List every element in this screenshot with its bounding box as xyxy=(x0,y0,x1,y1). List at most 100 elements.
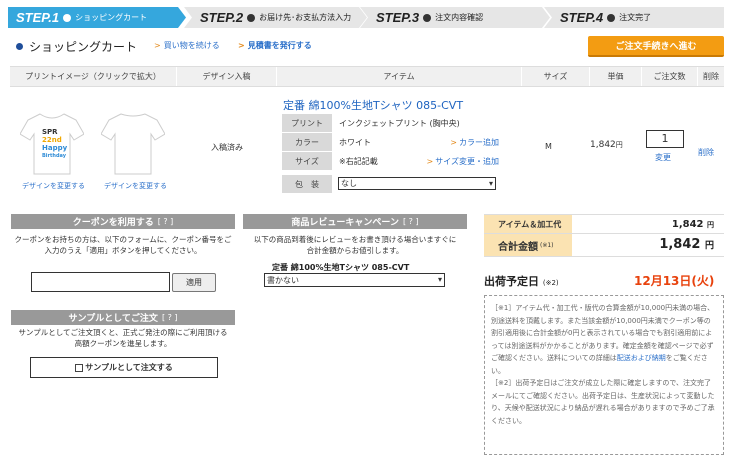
summary-total-row: 合計金額 (※1) 1,842 円 xyxy=(484,234,724,257)
spec-print: プリント インクジェットプリント (胸中央) xyxy=(282,114,502,132)
review-item-name: 定番 綿100%生地Tシャツ 085-CVT xyxy=(272,263,410,272)
col-design-submit: デザイン入稿 xyxy=(176,67,276,86)
coupon-code-input[interactable] xyxy=(31,272,170,292)
chevron-right-icon: > xyxy=(154,41,161,50)
review-help-link[interactable]: [ ? ] xyxy=(403,217,419,226)
step-2: STEP.2 お届け先･お支払方法入力 xyxy=(184,7,367,28)
quantity-change-link[interactable]: 変更 xyxy=(655,152,671,163)
chevron-right-icon: > xyxy=(238,41,245,50)
sample-order-label: サンプルとして注文する xyxy=(85,363,173,372)
review-description: 以下の商品到着後にレビューをお書き頂ける場合いますぐに合計金額からお値引します。 xyxy=(253,235,457,255)
chevron-down-icon: ▾ xyxy=(437,275,442,284)
step-4-number: STEP.4 xyxy=(560,10,604,25)
shirt-print-line: SPR xyxy=(42,128,58,136)
submission-status: 入稿済み xyxy=(211,143,243,152)
change-size-label: サイズ変更・追加 xyxy=(435,157,499,166)
sample-help-link[interactable]: [ ? ] xyxy=(162,313,178,322)
ship-date-label: 出荷予定日 (※2) xyxy=(484,273,559,289)
spec-print-label: プリント xyxy=(282,114,332,132)
ship-label-text: 出荷予定日 xyxy=(484,275,539,288)
spec-size-value: ※右記記載 xyxy=(339,157,378,166)
checkbox-icon xyxy=(75,363,84,372)
step-1: STEP.1 ショッピングカート xyxy=(8,7,186,28)
coupon-apply-button[interactable]: 適用 xyxy=(172,273,216,292)
bullet-icon xyxy=(16,43,23,50)
summary-item-amount: 1,842 円 xyxy=(672,219,714,230)
summary-total-label: 合計金額 xyxy=(498,241,538,253)
spec-color-label: カラー xyxy=(282,133,332,151)
step-2-label: お届け先･お支払方法入力 xyxy=(259,13,352,22)
issue-estimate-link[interactable]: > 見積書を発行する xyxy=(238,40,312,51)
note-2: ［※2］出荷予定日はご注文が成立した際に確定しますので、注文完了メールにてご確認… xyxy=(491,379,715,425)
spec-color-value: ホワイト xyxy=(339,138,371,147)
item-title-link[interactable]: 定番 綿100%生地Tシャツ 085-CVT xyxy=(283,97,463,113)
continue-shopping-link[interactable]: > 買い物を続ける xyxy=(154,40,220,51)
notes-box: ［※1］アイテム代・加工代・版代の合算金額が10,000円未満の場合、別途送料を… xyxy=(484,295,724,455)
tshirt-back-image[interactable] xyxy=(101,110,165,176)
spec-size: サイズ ※右記記載 > サイズ変更・追加 xyxy=(282,152,502,170)
step-arrow-icon xyxy=(247,13,256,22)
shirt-print-line: 22nd xyxy=(42,136,62,144)
spec-print-value: インクジェットプリント (胸中央) xyxy=(339,119,460,128)
unit-price-value: 1,842 xyxy=(590,140,616,150)
step-3: STEP.3 注文内容確認 xyxy=(360,7,550,28)
ship-label-note: (※2) xyxy=(542,279,559,287)
col-item: アイテム xyxy=(276,67,521,86)
summary-item-label: アイテム＆加工代 xyxy=(484,215,572,233)
change-design-back-link[interactable]: デザインを変更する xyxy=(104,181,167,191)
quantity-input[interactable]: 1 xyxy=(646,130,684,148)
step-1-number: STEP.1 xyxy=(16,10,60,25)
chevron-right-icon: > xyxy=(450,138,457,147)
coupon-title: クーポンを利用する xyxy=(72,218,154,228)
add-color-label: カラー追加 xyxy=(459,138,499,147)
col-unit-price: 単価 xyxy=(589,67,641,86)
summary-total-suffix: 円 xyxy=(704,241,714,251)
unit-price-suffix: 円 xyxy=(615,141,623,149)
sample-section-header: サンプルとしてご注文 [ ? ] xyxy=(11,310,235,325)
spec-packaging-label: 包 装 xyxy=(282,175,332,193)
step-3-label: 注文内容確認 xyxy=(435,13,484,22)
spec-size-label: サイズ xyxy=(282,152,332,170)
coupon-description: クーポンをお持ちの方は、以下のフォームに、クーポン番号をご入力のうえ「適用」ボタ… xyxy=(14,235,232,255)
summary-total-value: 1,842 xyxy=(659,237,701,252)
cart-table-header: プリントイメージ（クリックで拡大） デザイン入稿 アイテム サイズ 単価 ご注文… xyxy=(10,66,724,87)
summary-total-amount: 1,842 円 xyxy=(659,237,714,252)
summary-total-label-cell: 合計金額 (※1) xyxy=(484,234,572,256)
col-size: サイズ xyxy=(521,67,589,86)
sample-title: サンプルとしてご注文 xyxy=(68,314,158,324)
shirt-print-line: Birthday xyxy=(42,153,67,159)
step-2-number: STEP.2 xyxy=(200,10,244,25)
step-3-number: STEP.3 xyxy=(376,10,420,25)
delivery-info-link[interactable]: 配送および納期 xyxy=(617,354,666,362)
review-select[interactable]: 書かない ▾ xyxy=(264,273,445,287)
item-size: M xyxy=(545,142,552,151)
summary-item-row: アイテム＆加工代 1,842 円 xyxy=(484,214,724,234)
item-unit-price: 1,842円 xyxy=(590,140,623,150)
checkout-steps: STEP.1 ショッピングカート STEP.2 お届け先･お支払方法入力 STE… xyxy=(8,7,724,28)
step-arrow-icon xyxy=(423,13,432,22)
summary-total-note: (※1) xyxy=(540,241,554,249)
step-4-label: 注文完了 xyxy=(619,13,652,22)
change-design-front-link[interactable]: デザインを変更する xyxy=(22,181,85,191)
coupon-help-link[interactable]: [ ? ] xyxy=(158,217,174,226)
packaging-select[interactable]: なし ▾ xyxy=(338,177,496,190)
chevron-right-icon: > xyxy=(426,157,434,166)
ship-date-value: 12月13日(火) xyxy=(634,274,715,288)
sample-description: サンプルとしてご注文頂くと、正式ご発注の際にご利用頂ける高額クーポンを進呈します… xyxy=(18,328,228,348)
tshirt-front-image[interactable]: SPR 22nd Happy Birthday xyxy=(20,110,84,176)
checkout-button[interactable]: ご注文手続きへ進む xyxy=(588,36,724,57)
sample-order-button[interactable]: サンプルとして注文する xyxy=(30,357,218,378)
continue-shopping-label: 買い物を続ける xyxy=(163,41,220,50)
add-color-link[interactable]: > カラー追加 xyxy=(450,137,499,148)
step-arrow-icon xyxy=(63,13,72,22)
issue-estimate-label: 見積書を発行する xyxy=(247,41,312,50)
delete-item-link[interactable]: 削除 xyxy=(698,147,714,158)
step-arrow-icon xyxy=(607,13,616,22)
step-4: STEP.4 注文完了 xyxy=(544,7,724,28)
col-delete: 削除 xyxy=(697,67,724,86)
summary-item-value: 1,842 xyxy=(671,219,704,230)
review-title: 商品レビューキャンペーン xyxy=(291,218,399,228)
coupon-section-header: クーポンを利用する [ ? ] xyxy=(11,214,235,229)
change-size-link[interactable]: > サイズ変更・追加 xyxy=(427,156,499,167)
summary-item-suffix: 円 xyxy=(707,221,714,229)
